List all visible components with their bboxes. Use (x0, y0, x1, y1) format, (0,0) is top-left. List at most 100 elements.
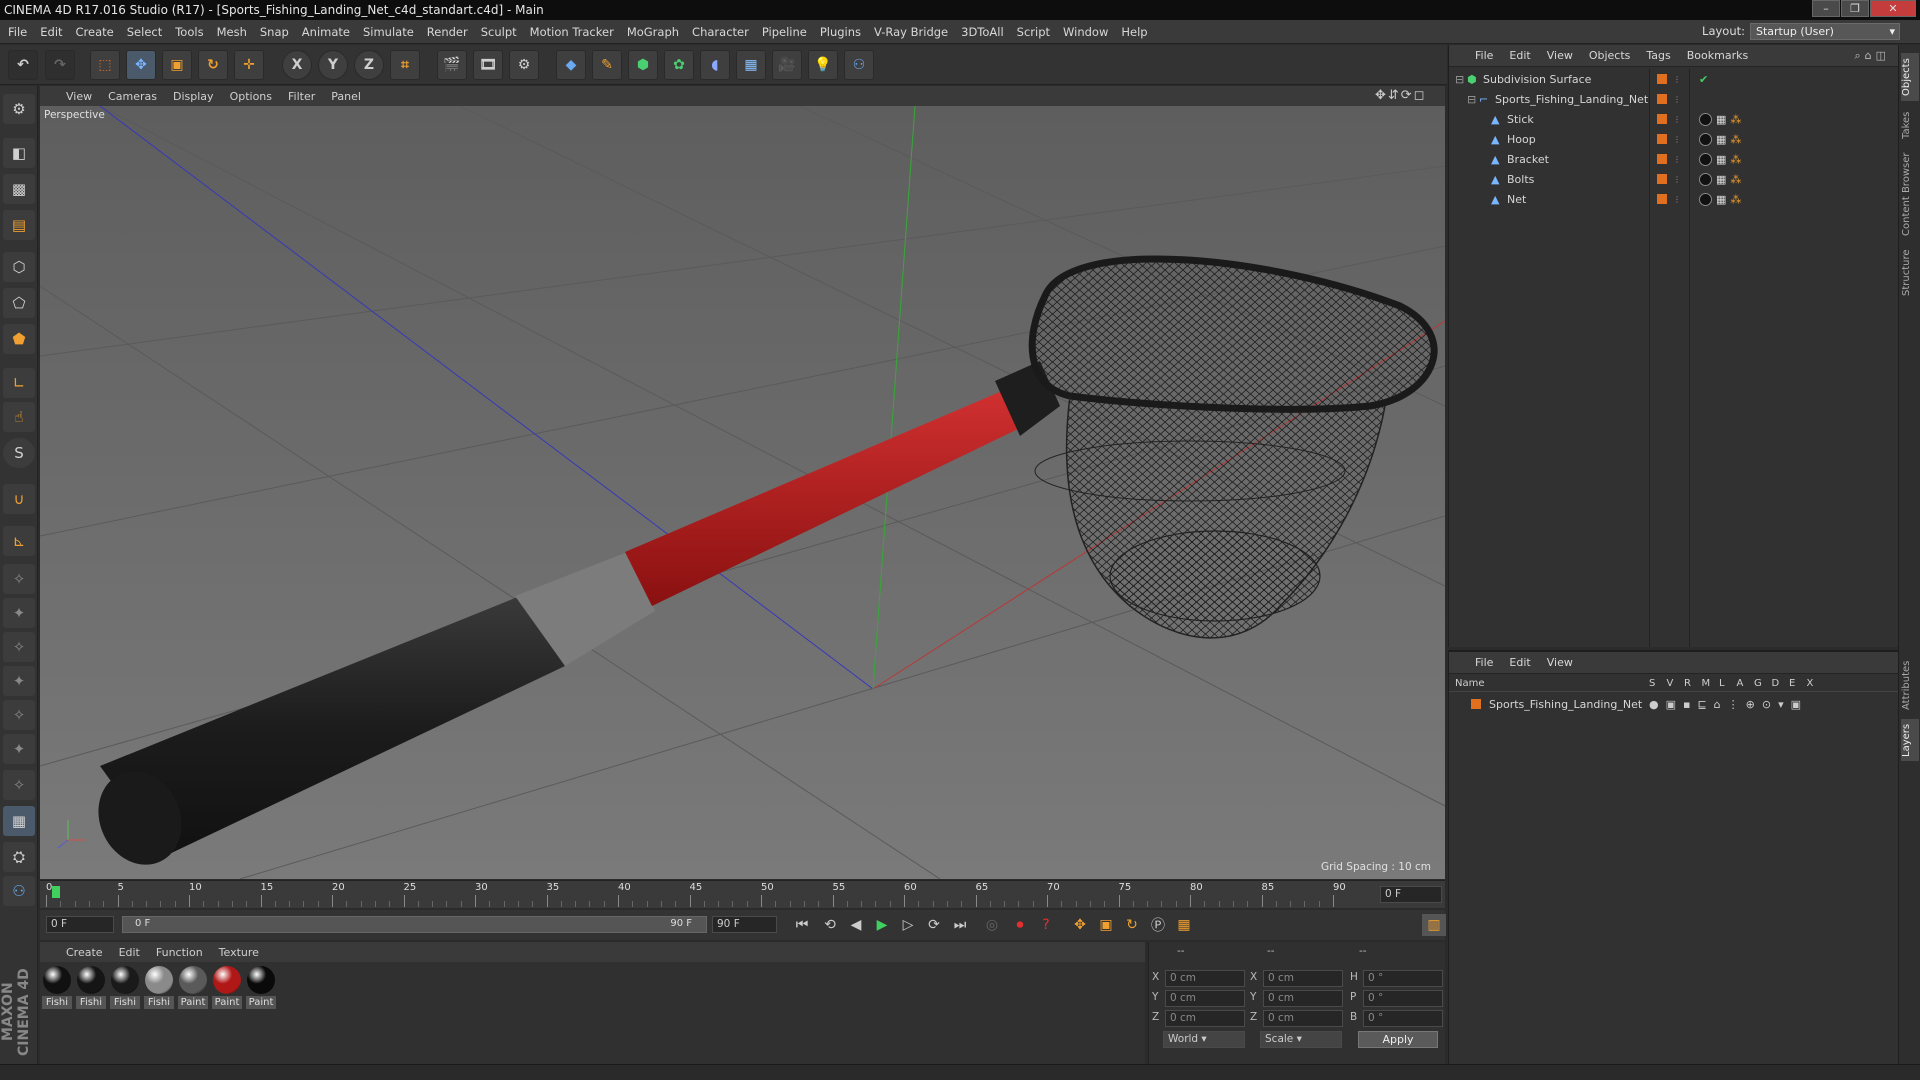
uvw-tag-icon[interactable]: ▦ (1716, 113, 1726, 126)
coord-rot-field[interactable]: 0 ° (1363, 1010, 1443, 1027)
viewport-menu-filter[interactable]: Filter (288, 90, 315, 103)
cube-icon[interactable]: ◆ (556, 50, 586, 80)
mograph-cloner-icon[interactable]: ✿ (664, 50, 694, 80)
layer-color-chip[interactable] (1657, 114, 1667, 124)
minimize-button[interactable]: – (1812, 0, 1840, 17)
object-menu-file[interactable]: File (1475, 49, 1493, 62)
coord-size-field[interactable]: 0 cm (1263, 1010, 1343, 1027)
menu-edit[interactable]: Edit (40, 25, 62, 39)
material-menu-texture[interactable]: Texture (219, 946, 259, 959)
layer-flags-icons[interactable]: ●▣▪⊑⌂⋮⊕⊙▾▣ (1649, 698, 1808, 711)
play-icon[interactable]: ▶ (870, 914, 894, 936)
checker-grid-icon[interactable]: ▦ (3, 806, 35, 836)
menu-file[interactable]: File (8, 25, 27, 39)
material-swatch[interactable]: Fishi (144, 966, 174, 1009)
layer-color-chip[interactable] (1657, 74, 1667, 84)
sculpt-brush-icon[interactable]: ✧ (3, 564, 35, 594)
scale-select[interactable]: Scale ▾ (1260, 1031, 1342, 1048)
layout-select[interactable]: Startup (User) ▾ (1750, 23, 1900, 40)
workplane-icon[interactable]: ▤ (3, 210, 35, 240)
menu-window[interactable]: Window (1063, 25, 1108, 39)
material-tag-icon[interactable] (1699, 132, 1712, 146)
layer-menu-edit[interactable]: Edit (1509, 656, 1530, 669)
viewport-menu-view[interactable]: View (66, 90, 92, 103)
visibility-dots-icon[interactable]: ⋮ (1673, 175, 1681, 184)
python-script-icon[interactable]: ⚇ (3, 876, 35, 906)
tab-objects[interactable]: Objects (1901, 53, 1919, 101)
layer-color-chip[interactable] (1657, 154, 1667, 164)
python-icon[interactable]: ⚇ (844, 50, 874, 80)
material-menu-edit[interactable]: Edit (119, 946, 140, 959)
key-rotation-icon[interactable]: ↻ (1120, 914, 1144, 936)
menu-plugins[interactable]: Plugins (820, 25, 861, 39)
menu-pipeline[interactable]: Pipeline (762, 25, 807, 39)
edges-mode-icon[interactable]: ⬠ (3, 288, 35, 318)
close-button[interactable]: ✕ (1870, 0, 1916, 17)
material-tag-icon[interactable] (1699, 192, 1712, 206)
material-tag-icon[interactable] (1699, 112, 1712, 126)
floor-icon[interactable]: ▦ (736, 50, 766, 80)
selection-tag-icon[interactable]: ⁂ (1730, 173, 1741, 186)
material-tag-icon[interactable] (1699, 172, 1712, 186)
selection-tag-icon[interactable]: ⁂ (1730, 193, 1741, 206)
menu-mograph[interactable]: MoGraph (627, 25, 679, 39)
sculpt-smooth-icon[interactable]: ✧ (3, 632, 35, 662)
magnet-icon[interactable]: ∪ (3, 484, 35, 514)
render-view-icon[interactable]: 🎬 (437, 50, 467, 80)
viewport-menu-cameras[interactable]: Cameras (108, 90, 157, 103)
sculpt-inflate-icon[interactable]: ✧ (3, 700, 35, 730)
layer-color-chip[interactable] (1657, 134, 1667, 144)
z-axis-lock-button[interactable]: Z (354, 50, 384, 80)
coord-size-field[interactable]: 0 cm (1263, 970, 1343, 987)
axis-mode-icon[interactable]: ∟ (3, 368, 35, 398)
menu-character[interactable]: Character (692, 25, 749, 39)
coord-pos-field[interactable]: 0 cm (1165, 990, 1245, 1007)
polygons-mode-icon[interactable]: ⬟ (3, 324, 35, 354)
subdivision-icon[interactable]: ⬢ (628, 50, 658, 80)
layer-menu-file[interactable]: File (1475, 656, 1493, 669)
coord-rot-field[interactable]: 0 ° (1363, 970, 1443, 987)
tab-takes[interactable]: Takes (1901, 105, 1919, 145)
material-swatch[interactable]: Fishi (110, 966, 140, 1009)
frame-range-slider[interactable]: 0 F 90 F (122, 916, 707, 933)
previous-frame-icon[interactable]: ◀ (844, 914, 868, 936)
tab-attributes[interactable]: Attributes (1901, 655, 1919, 715)
coordinate-system-icon[interactable]: ⌗ (390, 50, 420, 80)
key-pla-icon[interactable]: ▦ (1172, 914, 1196, 936)
object-row[interactable]: ▲ Bolts ⋮ ▦ ⁂ (1449, 169, 1899, 189)
layer-row[interactable]: Sports_Fishing_Landing_Net ●▣▪⊑⌂⋮⊕⊙▾▣ (1449, 694, 1899, 714)
uvw-tag-icon[interactable]: ▦ (1716, 133, 1726, 146)
model-mode-icon[interactable]: ◧ (3, 138, 35, 168)
transform-icon[interactable]: ✛ (234, 50, 264, 80)
coord-rot-field[interactable]: 0 ° (1363, 990, 1443, 1007)
selection-tag-icon[interactable]: ⁂ (1730, 153, 1741, 166)
layer-color-chip[interactable] (1657, 174, 1667, 184)
max-frame-field[interactable]: 90 F (712, 916, 777, 933)
visibility-dots-icon[interactable]: ⋮ (1673, 195, 1681, 204)
make-editable-icon[interactable]: ⚙ (3, 94, 35, 124)
world-select[interactable]: World ▾ (1163, 1031, 1245, 1048)
layer-color-chip[interactable] (1657, 94, 1667, 104)
menu-script[interactable]: Script (1017, 25, 1050, 39)
visibility-dots-icon[interactable]: ⋮ (1673, 115, 1681, 124)
coord-pos-field[interactable]: 0 cm (1165, 970, 1245, 987)
texture-mode-icon[interactable]: ▩ (3, 174, 35, 204)
menu-animate[interactable]: Animate (302, 25, 350, 39)
undo-icon[interactable]: ↶ (8, 50, 38, 80)
keyframe-selection-icon[interactable]: ? (1034, 914, 1058, 936)
menu-help[interactable]: Help (1121, 25, 1147, 39)
tab-layers[interactable]: Layers (1901, 719, 1919, 761)
tree-expander-icon[interactable]: ⊟ (1467, 93, 1479, 106)
menu-create[interactable]: Create (76, 25, 114, 39)
points-mode-icon[interactable]: ⬡ (3, 252, 35, 282)
3d-viewport[interactable]: Perspective Grid Spacing : 10 cm (40, 106, 1445, 879)
selection-tag-icon[interactable]: ⁂ (1730, 133, 1741, 146)
object-row[interactable]: ⊟ ⌐ Sports_Fishing_Landing_Net ⋮ (1449, 89, 1899, 109)
apply-button[interactable]: Apply (1358, 1031, 1438, 1048)
menu-render[interactable]: Render (427, 25, 468, 39)
x-axis-lock-button[interactable]: X (282, 50, 312, 80)
material-swatch[interactable]: Fishi (76, 966, 106, 1009)
timeline-frame-field[interactable]: 0 F (1380, 886, 1442, 903)
hair-tool-icon[interactable]: ⛭ (3, 842, 35, 872)
object-row[interactable]: ⊟ ⬢ Subdivision Surface ⋮ ✔ (1449, 69, 1899, 89)
